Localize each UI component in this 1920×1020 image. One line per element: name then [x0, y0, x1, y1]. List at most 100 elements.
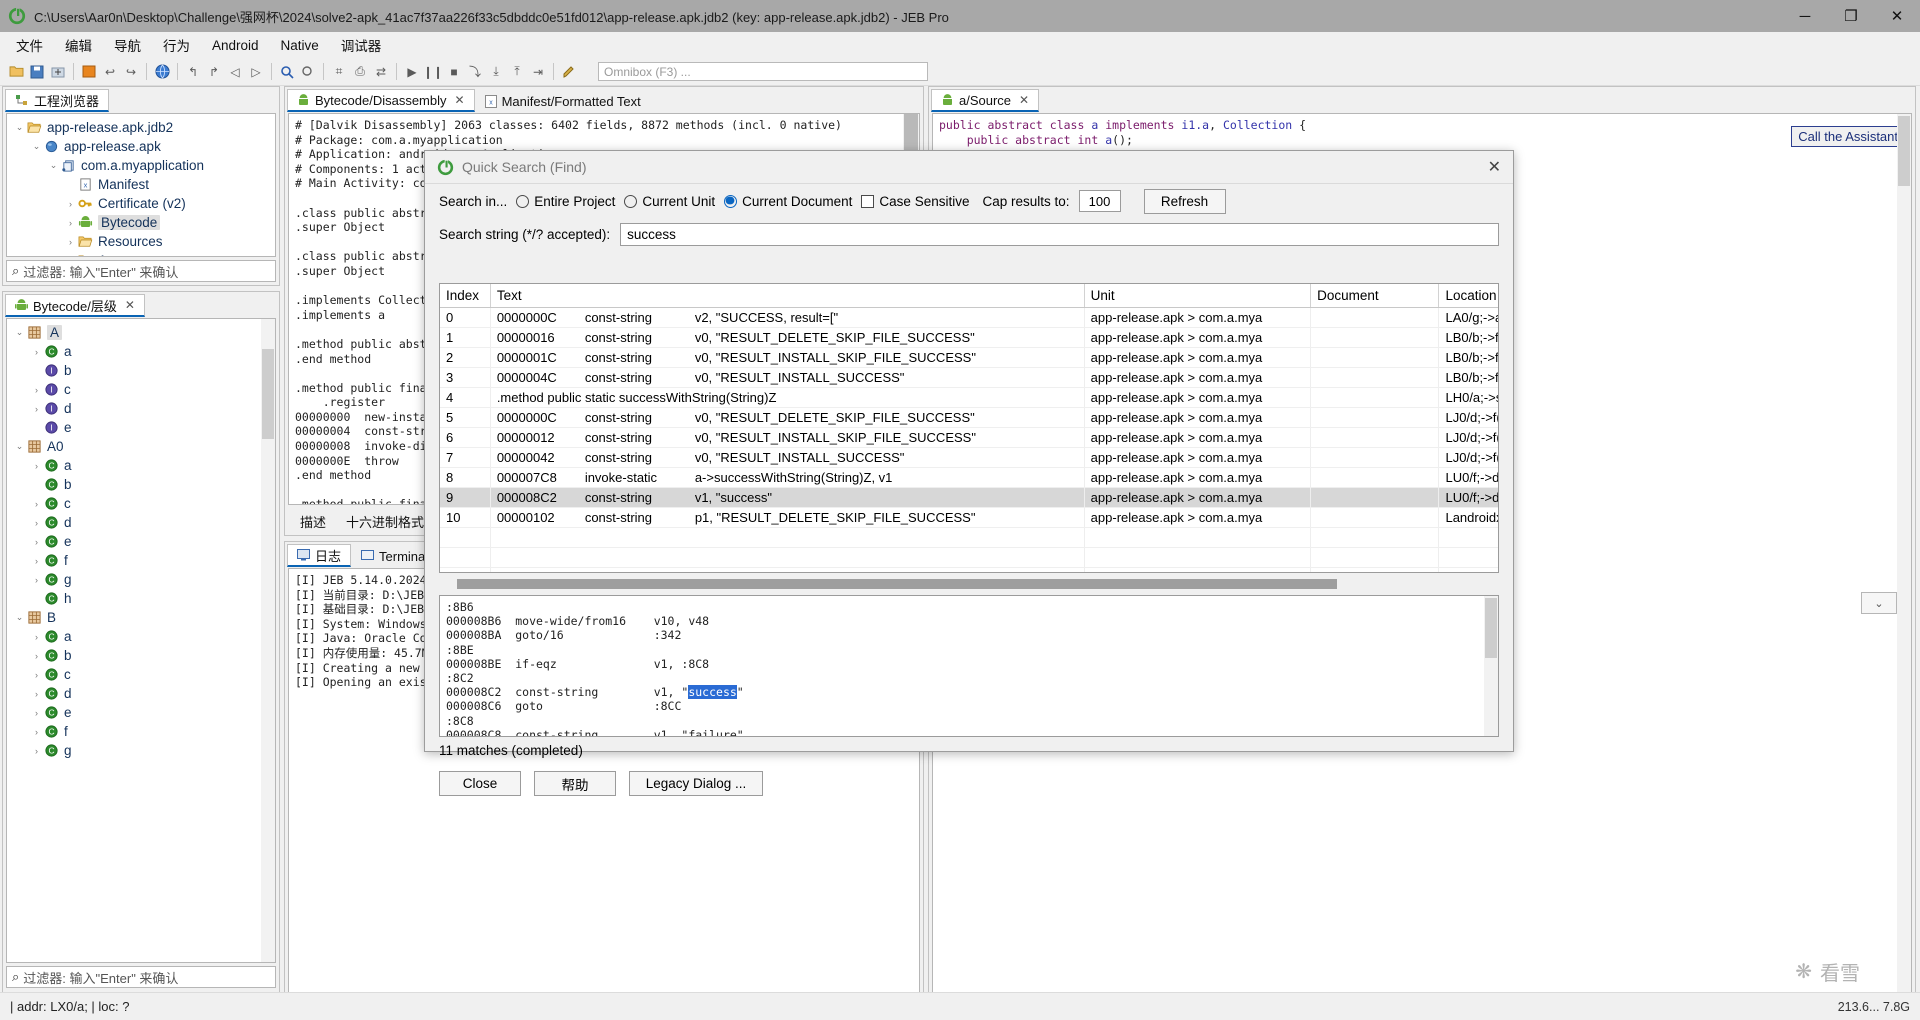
tree-item-b[interactable]: ›Cb: [13, 646, 275, 665]
source-vertical-scrollbar[interactable]: [1897, 114, 1911, 1011]
tab-bytecode-disassembly[interactable]: Bytecode/Disassembly ✕: [287, 89, 475, 112]
cap-results-input[interactable]: 100: [1079, 190, 1121, 212]
subtab-description[interactable]: 描述: [290, 510, 336, 533]
menu-file[interactable]: 文件: [6, 32, 53, 58]
table-row[interactable]: 20000001Cconst-stringv0, "RESULT_INSTALL…: [440, 347, 1499, 367]
menu-android[interactable]: Android: [202, 35, 269, 56]
search-string-input[interactable]: success: [620, 223, 1499, 246]
close-button[interactable]: Close: [439, 771, 521, 796]
radio-icon[interactable]: [624, 195, 637, 208]
table-row[interactable]: 100000016const-stringv0, "RESULT_DELETE_…: [440, 327, 1499, 347]
tree-item-d[interactable]: ›Cd: [13, 684, 275, 703]
chevron-right-icon[interactable]: ›: [64, 199, 77, 209]
tree-item-resources[interactable]: ›Resources: [13, 232, 275, 251]
call-the-assistant-button[interactable]: Call the Assistant: [1791, 126, 1905, 147]
chevron-down-icon[interactable]: ⌄: [13, 612, 26, 623]
radio-current-document[interactable]: Current Document: [724, 194, 852, 209]
tree-item-g[interactable]: ›Cg: [13, 570, 275, 589]
search-next-icon[interactable]: [298, 62, 318, 82]
tab-manifest-formatted-text[interactable]: x Manifest/Formatted Text: [475, 89, 651, 112]
run-icon[interactable]: ▶: [402, 62, 422, 82]
close-icon[interactable]: ✕: [455, 93, 465, 107]
tab-bytecode-hierarchy[interactable]: Bytecode/层级 ✕: [5, 294, 145, 317]
chevron-right-icon[interactable]: ›: [30, 632, 43, 642]
table-row[interactable]: 30000004Cconst-stringv0, "RESULT_INSTALL…: [440, 367, 1499, 387]
menu-action[interactable]: 行为: [153, 32, 200, 58]
scrollbar-thumb[interactable]: [1898, 116, 1910, 186]
radio-icon[interactable]: [516, 195, 529, 208]
back-nav-icon[interactable]: ↰: [183, 62, 203, 82]
chevron-right-icon[interactable]: ›: [30, 518, 43, 528]
tree-item-e[interactable]: Ie: [13, 418, 275, 437]
tree-item-e[interactable]: ›Ce: [13, 532, 275, 551]
menu-navigate[interactable]: 导航: [104, 32, 151, 58]
minimize-button[interactable]: ─: [1782, 0, 1828, 32]
results-horizontal-scrollbar[interactable]: [439, 577, 1499, 591]
tab-project-explorer[interactable]: 工程浏览器: [5, 89, 109, 112]
hierarchy-vertical-scrollbar[interactable]: [261, 319, 275, 962]
subtab-hex-format[interactable]: 十六进制格式: [336, 510, 434, 533]
close-icon[interactable]: ✕: [1019, 93, 1029, 107]
table-row[interactable]: 1000000102const-stringp1, "RESULT_DELETE…: [440, 507, 1499, 527]
tree-item-c[interactable]: ›Ic: [13, 380, 275, 399]
tree-item-a[interactable]: ›Ca: [13, 456, 275, 475]
tab-a-source[interactable]: a/Source ✕: [931, 89, 1039, 112]
undo-icon[interactable]: ↩: [100, 62, 120, 82]
tree-item-c[interactable]: ›Cc: [13, 494, 275, 513]
table-row[interactable]: 8000007C8invoke-statica->successWithStri…: [440, 467, 1499, 487]
project-tree[interactable]: ⌄app-release.apk.jdb2⌄app-release.apk⌄co…: [7, 114, 275, 257]
menu-native[interactable]: Native: [271, 35, 329, 56]
refresh-button[interactable]: Refresh: [1144, 189, 1226, 214]
stop-icon[interactable]: ■: [444, 62, 464, 82]
chevron-right-icon[interactable]: ›: [30, 727, 43, 737]
export-icon[interactable]: [48, 62, 68, 82]
search-icon[interactable]: [277, 62, 297, 82]
radio-current-unit[interactable]: Current Unit: [624, 194, 715, 209]
col-header-location[interactable]: Location: [1439, 284, 1499, 307]
preview-vertical-scrollbar[interactable]: [1484, 596, 1498, 736]
chevron-right-icon[interactable]: ›: [30, 651, 43, 661]
tree-item-d[interactable]: ›Cd: [13, 513, 275, 532]
tree-item-c[interactable]: ›Cc: [13, 665, 275, 684]
redo-icon[interactable]: ↪: [121, 62, 141, 82]
table-row[interactable]: 700000042const-stringv0, "RESULT_INSTALL…: [440, 447, 1499, 467]
table-row[interactable]: 50000000Cconst-stringv0, "RESULT_DELETE_…: [440, 407, 1499, 427]
step-into-icon[interactable]: ⤓: [486, 62, 506, 82]
chevron-down-icon[interactable]: ⌄: [47, 160, 60, 171]
table-row[interactable]: 00000000Cconst-stringv2, "SUCCESS, resul…: [440, 307, 1499, 327]
graph-icon[interactable]: ⇄: [371, 62, 391, 82]
table-row[interactable]: 9000008C2const-stringv1, "success"app-re…: [440, 487, 1499, 507]
tree-item-g[interactable]: ›Cg: [13, 741, 275, 760]
chevron-right-icon[interactable]: ›: [64, 237, 77, 247]
chevron-down-icon[interactable]: ⌄: [1861, 592, 1897, 614]
chevron-right-icon[interactable]: ›: [30, 347, 43, 357]
step-return-icon[interactable]: ⇥: [528, 62, 548, 82]
step-over-icon[interactable]: ⤵: [465, 62, 485, 82]
open-folder-icon[interactable]: [6, 62, 26, 82]
scrollbar-thumb[interactable]: [457, 579, 1337, 589]
chevron-right-icon[interactable]: ›: [30, 385, 43, 395]
scrollbar-thumb[interactable]: [904, 114, 918, 154]
tree-item-app-release-apk[interactable]: ⌄app-release.apk: [13, 137, 275, 156]
pause-icon[interactable]: ❙❙: [423, 62, 443, 82]
dialog-close-icon[interactable]: ✕: [1488, 157, 1501, 177]
tree-item-b[interactable]: Cb: [13, 475, 275, 494]
maximize-button[interactable]: ❐: [1828, 0, 1874, 32]
table-row[interactable]: 600000012const-stringv0, "RESULT_INSTALL…: [440, 427, 1499, 447]
step-out-icon[interactable]: ⤒: [507, 62, 527, 82]
terminal-icon[interactable]: [79, 62, 99, 82]
radio-entire-project[interactable]: Entire Project: [516, 194, 615, 209]
tree-item-f[interactable]: ›Cf: [13, 551, 275, 570]
chevron-right-icon[interactable]: ›: [30, 670, 43, 680]
close-icon[interactable]: ✕: [125, 298, 135, 312]
tree-item-assets[interactable]: ›Assets: [13, 251, 275, 257]
prev-icon[interactable]: ◁: [225, 62, 245, 82]
tree-item-b[interactable]: Ib: [13, 361, 275, 380]
tree-item-a[interactable]: ›Ca: [13, 627, 275, 646]
chevron-right-icon[interactable]: ›: [30, 404, 43, 414]
omnibox-input[interactable]: Omnibox (F3) ...: [598, 62, 928, 81]
chevron-right-icon[interactable]: ›: [30, 708, 43, 718]
legacy-dialog-button[interactable]: Legacy Dialog ...: [629, 771, 763, 796]
tree-item-app-release-apk-jdb2[interactable]: ⌄app-release.apk.jdb2: [13, 118, 275, 137]
tree-item-manifest[interactable]: xManifest: [13, 175, 275, 194]
